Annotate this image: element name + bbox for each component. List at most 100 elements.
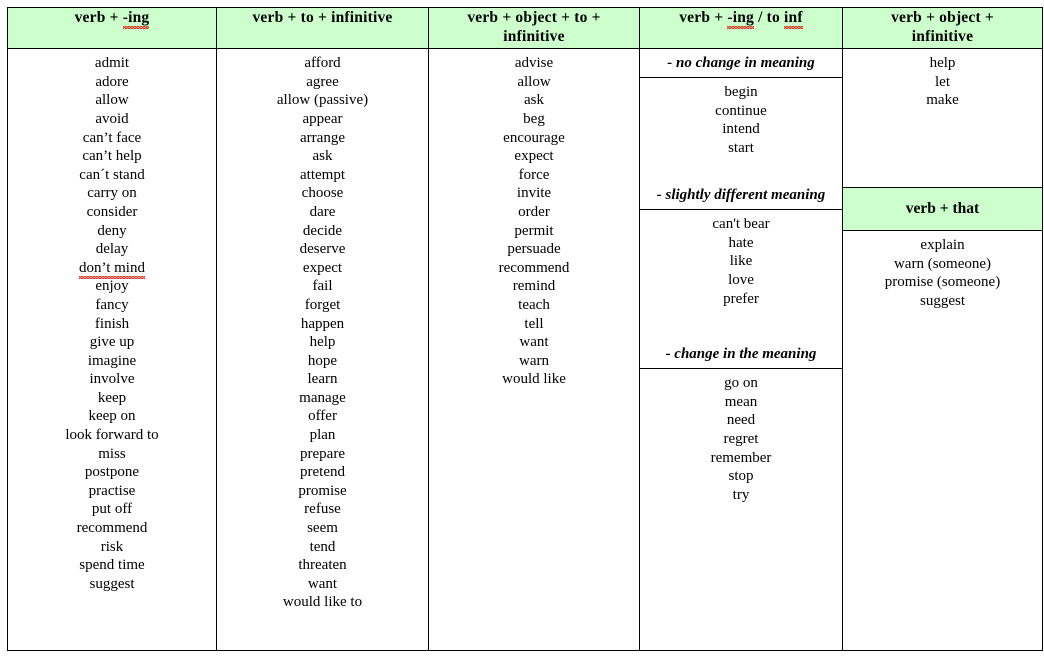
word-item: force: [518, 166, 550, 183]
word-item: risk: [100, 538, 124, 555]
subsection-label-change-in-meaning: - change in the meaning: [640, 340, 842, 370]
verb-patterns-sheet: verb + -ing verb + to + infinitive verb …: [0, 0, 1044, 664]
word-item: seem: [307, 520, 338, 537]
word-item: continue: [715, 102, 767, 119]
word-item: carry on: [87, 185, 137, 202]
table-header-row: verb + -ing verb + to + infinitive verb …: [7, 6, 1043, 50]
table-body-row: admit adore allow avoid can’t face can’t help…: [7, 48, 1043, 651]
subsection-body-no-change: begin continue intend start: [640, 78, 842, 181]
header-text-part: verb + to + infinitive: [252, 9, 393, 26]
section-verb-that: explain warn (someone) promise (someone) su…: [843, 231, 1042, 316]
column-body-verb-to-infinitive: afford agree allow (passive) appear arrange a…: [216, 48, 429, 651]
word-item: learn: [307, 371, 338, 388]
subsection-label-no-change: - no change in meaning: [640, 49, 842, 79]
word-item: encourage: [503, 129, 565, 146]
column-body-verb-object-infinitive: help let make verb + that explain warn (som…: [842, 48, 1043, 651]
word-item: choose: [301, 185, 344, 202]
word-item: delay: [95, 241, 129, 258]
word-item: expect: [514, 148, 554, 165]
word-list-change-in-meaning: go on mean need regret remember stop try: [640, 369, 842, 510]
word-item: ask: [312, 148, 333, 165]
header-line-1: verb + object + to +: [467, 9, 601, 26]
column-header-verb-object-to-infinitive: verb + object + to + infinitive: [428, 6, 640, 50]
word-item: would like: [502, 371, 566, 388]
column-body-verb-ing: admit adore allow avoid can’t face can’t help…: [7, 48, 217, 651]
word-item: don’t mind: [12, 259, 212, 279]
word-item: prefer: [723, 290, 759, 307]
word-item: recommend: [498, 259, 570, 276]
word-item: look forward to: [65, 427, 159, 444]
word-item: allow (passive): [276, 92, 369, 109]
word-item: recommend: [76, 520, 148, 537]
word-item: advise: [514, 55, 554, 72]
word-item: would like to: [282, 594, 363, 611]
word-item: agree: [306, 73, 339, 90]
word-item: suggest: [89, 575, 135, 592]
word-item: remind: [512, 278, 556, 295]
word-item: go on: [724, 375, 758, 392]
header-text-part: / to: [754, 9, 785, 26]
word-item: hope: [307, 352, 338, 369]
spellcheck-underlined-text: inf: [784, 9, 803, 29]
word-item: can't bear: [712, 216, 770, 233]
word-item: teach: [518, 296, 550, 313]
word-item: warn: [519, 352, 549, 369]
word-item: happen: [300, 315, 345, 332]
word-item: enjoy: [95, 278, 129, 295]
word-list-verb-object-infinitive: help let make: [843, 49, 1042, 116]
word-item: attempt: [300, 166, 345, 183]
header-line-1: verb + object +: [891, 9, 994, 26]
subsection-body-slightly-different: can't bear hate like love prefer: [640, 210, 842, 340]
word-item: decide: [302, 222, 343, 239]
word-item: allow: [95, 92, 129, 109]
word-list-verb-object-to-infinitive: advise allow ask beg encourage expect force inv…: [429, 49, 639, 395]
word-item: allow: [517, 73, 551, 90]
word-item: permit: [514, 222, 554, 239]
word-item: manage: [299, 389, 346, 406]
word-item: put off: [91, 501, 133, 518]
word-item: make: [926, 92, 959, 109]
column-header-verb-ing: verb + -ing: [7, 6, 217, 50]
word-item: practise: [88, 482, 136, 499]
word-item: miss: [98, 445, 126, 462]
word-item: admit: [94, 55, 130, 72]
word-item: like: [729, 253, 753, 270]
word-item: avoid: [95, 110, 129, 127]
word-item: begin: [724, 84, 758, 101]
word-item: forget: [304, 296, 341, 313]
word-item: consider: [86, 203, 138, 220]
header-line-2: infinitive: [911, 28, 974, 45]
word-item: can´t stand: [79, 166, 145, 183]
word-item: ask: [524, 92, 544, 109]
word-item: regret: [723, 430, 759, 447]
word-item: remember: [710, 449, 772, 466]
word-item: warn (someone): [893, 255, 992, 272]
header-text-part: verb +: [679, 9, 728, 26]
word-item: afford: [304, 55, 341, 72]
word-item: can’t help: [82, 148, 142, 165]
column-body-verb-ing-or-to-inf: - no change in meaning begin continue inte…: [639, 48, 843, 651]
word-item: promise: [298, 482, 347, 499]
word-item: beg: [523, 110, 545, 127]
word-list-slightly-different: can't bear hate like love prefer: [640, 210, 842, 314]
word-item: persuade: [507, 241, 561, 258]
word-item: keep: [97, 389, 127, 406]
column-header-verb-that: verb + that: [843, 187, 1042, 232]
word-item: fail: [312, 278, 333, 295]
word-item: involve: [89, 371, 135, 388]
word-item: try: [732, 486, 750, 503]
word-item: stop: [728, 468, 754, 485]
word-item: appear: [302, 110, 343, 127]
word-item: threaten: [298, 557, 347, 574]
column-body-verb-object-to-infinitive: advise allow ask beg encourage expect force inv…: [428, 48, 640, 651]
column-header-verb-object-infinitive: verb + object + infinitive: [842, 6, 1043, 50]
section-verb-object-infinitive: help let make: [843, 49, 1042, 187]
word-item: let: [935, 73, 950, 90]
word-item: love: [728, 271, 754, 288]
word-item: order: [518, 203, 550, 220]
word-item: want: [519, 334, 549, 351]
word-item: arrange: [300, 129, 345, 146]
word-item: can’t face: [82, 129, 142, 146]
spellcheck-underlined-text: -ing: [122, 9, 150, 29]
column-header-verb-to-infinitive: verb + to + infinitive: [216, 6, 429, 50]
